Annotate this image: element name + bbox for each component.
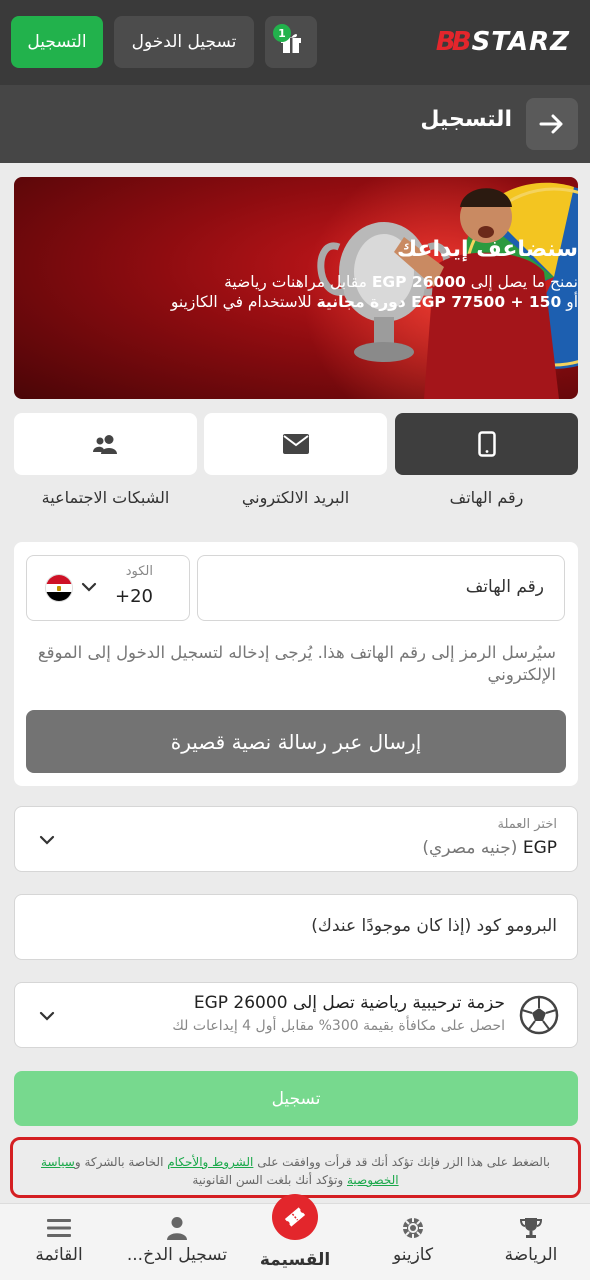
chevron-down-icon (39, 1011, 55, 1021)
chevron-down-icon (39, 835, 55, 845)
sms-note: سيُرسل الرمز إلى رقم الهاتف هذا. يُرجى إ… (37, 643, 556, 684)
tab-phone-label: رقم الهاتف (449, 488, 524, 507)
banner-title: سنضاعف إيداعك (396, 237, 578, 262)
bonus-subtitle: احصل على مكافأة بقيمة 300% مقابل أول 4 إ… (172, 1018, 505, 1034)
top-bar: التسجيل تسجيل الدخول 1 BB STARZ (0, 0, 590, 85)
gift-button[interactable] (265, 16, 317, 68)
trophy-icon (519, 1218, 543, 1238)
phone-placeholder: رقم الهاتف (465, 577, 544, 597)
soccer-ball-icon (519, 995, 559, 1035)
arrow-right-icon (539, 114, 563, 134)
banner-text: سنضاعف إيداعك نمنح ما يصل إلى EGP 26000 … (158, 237, 578, 312)
tab-social[interactable] (14, 413, 197, 475)
tab-email[interactable] (204, 413, 387, 475)
promo-banner[interactable]: سنضاعف إيداعك نمنح ما يصل إلى EGP 26000 … (14, 177, 578, 399)
promo-placeholder: البرومو كود (إذا كان موجودًا عندك) (311, 916, 557, 936)
chip-icon (403, 1218, 423, 1238)
phone-input[interactable]: رقم الهاتف (197, 555, 565, 621)
consent-notice: بالضغط على هذا الزر فإنك تؤكد أنك قد قرأ… (10, 1137, 581, 1198)
code-label: الكود (125, 564, 153, 579)
chevron-down-icon (81, 582, 97, 592)
currency-select[interactable]: اختر العملة EGP (جنيه مصري) (14, 806, 578, 872)
nav-login[interactable]: تسجيل الدخ... (118, 1204, 236, 1280)
nav-casino[interactable]: كازينو (354, 1204, 472, 1280)
users-icon (92, 435, 117, 454)
nav-sports[interactable]: الرياضة (472, 1204, 590, 1280)
terms-link[interactable]: الشروط والأحكام (167, 1155, 253, 1169)
promo-code-input[interactable]: البرومو كود (إذا كان موجودًا عندك) (14, 894, 578, 960)
logo-text: STARZ (471, 27, 570, 57)
ticket-icon (284, 1207, 306, 1227)
page-title: التسجيل (420, 107, 512, 132)
bonus-select[interactable]: حزمة ترحيبية رياضية تصل إلى EGP 26000 اح… (14, 982, 578, 1048)
tab-social-label: الشبكات الاجتماعية (41, 488, 170, 507)
brand-logo[interactable]: BB STARZ (436, 27, 570, 57)
user-icon (167, 1217, 187, 1240)
page-header: التسجيل (0, 85, 590, 163)
coupon-button[interactable] (272, 1194, 318, 1240)
phone-form: رقم الهاتف الكود +20 سيُرسل الرمز إلى رق… (14, 542, 578, 786)
envelope-icon (282, 434, 309, 454)
egypt-flag-icon (45, 574, 73, 602)
submit-register-button[interactable]: تسجيل (14, 1071, 578, 1126)
tab-email-label: البريد الالكتروني (241, 488, 350, 507)
nav-menu[interactable]: القائمة (0, 1204, 118, 1280)
currency-label: اختر العملة (497, 817, 557, 832)
bonus-title: حزمة ترحيبية رياضية تصل إلى EGP 26000 (193, 993, 505, 1013)
banner-line-1: نمنح ما يصل إلى EGP 26000 مقابل مراهنات … (224, 273, 578, 291)
bottom-nav: الرياضة كازينو القسيمة تسجيل الدخ... الق… (0, 1194, 590, 1280)
menu-icon (47, 1219, 71, 1237)
register-button[interactable]: التسجيل (11, 16, 103, 68)
nav-coupon[interactable]: القسيمة (236, 1194, 354, 1280)
phone-icon (477, 431, 496, 457)
tab-phone[interactable] (395, 413, 578, 475)
banner-line-2: أو EGP 77500 + 150 دورة مجانية للاستخدام… (170, 293, 578, 311)
login-button[interactable]: تسجيل الدخول (114, 16, 254, 68)
country-code-select[interactable]: الكود +20 (26, 555, 190, 621)
back-button[interactable] (526, 98, 578, 150)
logo-prefix: BB (435, 27, 472, 57)
gift-count-badge: 1 (273, 24, 291, 42)
send-sms-button[interactable]: إرسال عبر رسالة نصية قصيرة (26, 710, 566, 773)
currency-value: EGP (جنيه مصري) (422, 838, 557, 858)
code-value: +20 (115, 586, 153, 607)
